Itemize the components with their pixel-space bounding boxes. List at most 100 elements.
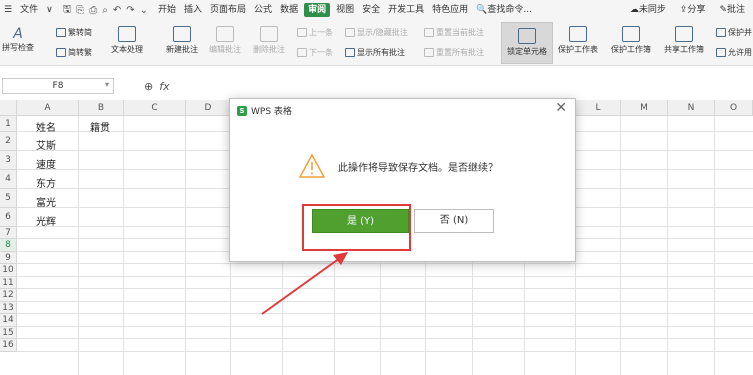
wps-sheet-icon: S — [237, 105, 247, 116]
row-header-3[interactable]: 3 — [0, 151, 17, 170]
row-header-16[interactable]: 16 — [0, 339, 17, 352]
text-process-icon — [118, 26, 136, 42]
row-header-13[interactable]: 13 — [0, 302, 17, 314]
column-header-o[interactable]: O — [715, 100, 753, 116]
cell-a2[interactable]: 艾斯 — [36, 137, 56, 152]
row-header-12[interactable]: 12 — [0, 289, 17, 302]
tab-view[interactable]: 视图 — [332, 0, 358, 20]
lock-cell-inner: 锁定单元格 — [503, 28, 551, 57]
cell-a5[interactable]: 富光 — [36, 194, 56, 209]
search-command[interactable]: 🔍查找命令... — [472, 0, 536, 20]
tab-formula[interactable]: 公式 — [250, 0, 276, 20]
redo-icon[interactable]: ↷ — [126, 5, 134, 16]
reset-current-comment-icon — [424, 28, 434, 37]
row-header-6[interactable]: 6 — [0, 208, 17, 227]
comment-label: 批注 — [726, 5, 745, 15]
row-header-9[interactable]: 9 — [0, 252, 17, 264]
sync-status[interactable]: ☁未同步 — [626, 0, 670, 20]
tab-page-layout[interactable]: 页面布局 — [206, 0, 250, 20]
lock-cell-label: 锁定单元格 — [507, 47, 547, 56]
comment-button[interactable]: ✎批注 — [715, 0, 749, 20]
spell-check-label: 拼写检查 — [2, 43, 34, 52]
column-header-a[interactable]: A — [17, 100, 79, 116]
close-icon[interactable]: ✕ — [555, 100, 567, 116]
undo-icon[interactable]: ↶ — [113, 5, 121, 16]
allow-edit-label: 允许用 — [728, 48, 752, 57]
annotation-highlight-box — [302, 204, 411, 251]
text-process-button[interactable]: 文本处理 — [111, 26, 143, 55]
delete-comment-button[interactable]: 删除批注 — [253, 26, 285, 55]
prev-comment-icon — [297, 28, 307, 37]
chevron-down-icon[interactable]: ∨ — [42, 0, 57, 20]
customize-icon[interactable]: ⌄ — [140, 5, 148, 16]
show-hide-comment-button[interactable]: 显示/隐藏批注 — [345, 27, 408, 38]
trad-to-simp-button[interactable]: 繁转简 — [56, 27, 92, 38]
row-header-4[interactable]: 4 — [0, 170, 17, 189]
column-header-n[interactable]: N — [668, 100, 715, 116]
name-box[interactable]: F8 ▾ — [2, 78, 114, 94]
fx-icon[interactable]: fx — [159, 80, 169, 93]
zoom-icon[interactable]: ⊕ — [144, 80, 153, 93]
row-header-8[interactable]: 8 — [0, 239, 17, 252]
save-icon[interactable]: 🖫 — [63, 2, 72, 19]
cloud-icon: ☁ — [629, 5, 639, 15]
no-button[interactable]: 否 (N) — [414, 209, 494, 233]
cell-a3[interactable]: 速度 — [36, 156, 56, 171]
tab-data[interactable]: 数据 — [276, 0, 302, 20]
protect-workbook-button[interactable]: 保护工作簿 — [611, 26, 651, 55]
tab-security[interactable]: 安全 — [358, 0, 384, 20]
export-icon[interactable]: ⎘ — [76, 5, 84, 16]
protect-workbook-icon — [622, 26, 640, 42]
cell-a6[interactable]: 光辉 — [36, 213, 56, 228]
new-comment-button[interactable]: 新建批注 — [166, 26, 198, 55]
lock-cell-button[interactable]: 锁定单元格 — [501, 22, 553, 64]
hamburger-icon[interactable]: ☰ — [0, 0, 16, 20]
row-header-11[interactable]: 11 — [0, 277, 17, 289]
row-header-2[interactable]: 2 — [0, 132, 17, 151]
allow-edit-button[interactable]: 允许用 — [716, 47, 752, 58]
column-header-l[interactable]: L — [576, 100, 621, 116]
tab-insert[interactable]: 插入 — [180, 0, 206, 20]
dialog-message: 此操作将导致保存文档。是否继续？ — [338, 163, 498, 174]
protect-sheet-label: 保护工作表 — [558, 45, 598, 54]
cell-a1[interactable]: 姓名 — [36, 119, 56, 134]
print-preview-icon[interactable]: ⌕ — [102, 5, 108, 16]
column-header-m[interactable]: M — [621, 100, 668, 116]
chevron-down-icon[interactable]: ▾ — [105, 80, 109, 89]
select-all-corner[interactable] — [0, 100, 17, 116]
tab-home[interactable]: 开始 — [154, 0, 180, 20]
column-header-c[interactable]: C — [124, 100, 186, 116]
reset-current-comment-label: 重置当前批注 — [436, 28, 484, 37]
reset-all-comments-button[interactable]: 重置所有批注 — [424, 47, 484, 58]
reset-current-comment-button[interactable]: 重置当前批注 — [424, 27, 484, 38]
tab-special[interactable]: 特色应用 — [428, 0, 472, 20]
menu-file[interactable]: 文件 — [16, 0, 42, 20]
next-comment-button[interactable]: 下一条 — [297, 47, 333, 58]
protect-sheet-button[interactable]: 保护工作表 — [558, 26, 598, 55]
cell-b1[interactable]: 籍贯 — [90, 119, 110, 134]
comment-icon: ✎ — [719, 5, 727, 15]
tab-developer[interactable]: 开发工具 — [384, 0, 428, 20]
grid-line — [78, 116, 79, 375]
row-header-1[interactable]: 1 — [0, 116, 17, 132]
cell-a4[interactable]: 东方 — [36, 175, 56, 190]
print-icon[interactable]: ⎙ — [89, 5, 97, 16]
share-button[interactable]: ⇪分享 — [676, 0, 710, 20]
spell-check-button[interactable]: A 拼写检查 — [2, 26, 34, 53]
edit-comment-button[interactable]: 编辑批注 — [209, 26, 241, 55]
share-workbook-button[interactable]: 共享工作簿 — [664, 26, 704, 55]
tab-review[interactable]: 审阅 — [304, 3, 331, 17]
row-header-7[interactable]: 7 — [0, 227, 17, 239]
delete-comment-label: 删除批注 — [253, 45, 285, 54]
column-header-b[interactable]: B — [79, 100, 124, 116]
protect-share-button[interactable]: 保护并 — [716, 27, 752, 38]
simp-to-trad-button[interactable]: 简转繁 — [56, 47, 92, 58]
prev-comment-button[interactable]: 上一条 — [297, 27, 333, 38]
row-header-10[interactable]: 10 — [0, 264, 17, 277]
trad-to-simp-label: 繁转简 — [68, 28, 92, 37]
column-header-d[interactable]: D — [186, 100, 231, 116]
show-all-comments-button[interactable]: 显示所有批注 — [345, 47, 405, 58]
row-header-5[interactable]: 5 — [0, 189, 17, 208]
row-header-15[interactable]: 15 — [0, 327, 17, 339]
row-header-14[interactable]: 14 — [0, 314, 17, 327]
